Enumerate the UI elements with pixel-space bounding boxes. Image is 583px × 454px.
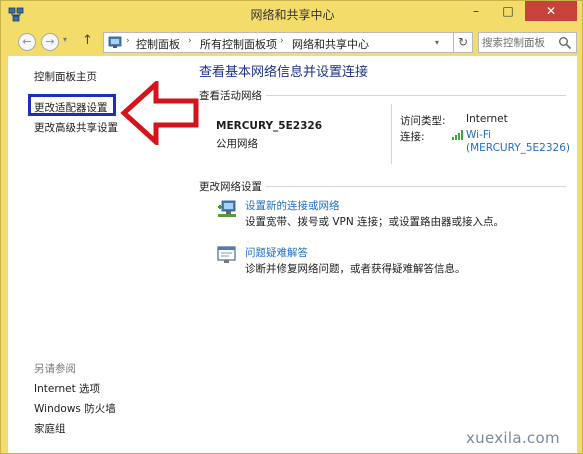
address-bar[interactable]: › 控制面板 › 所有控制面板项 › 网络和共享中心 ▾ <box>103 32 471 53</box>
internet-options-link[interactable]: Internet 选项 <box>34 381 100 396</box>
control-panel-home-link[interactable]: 控制面板主页 <box>34 69 97 84</box>
active-networks-heading: 查看活动网络 <box>199 90 262 102</box>
up-button[interactable]: ↑ <box>82 33 93 48</box>
wifi-connection-link[interactable]: Wi-Fi <box>466 129 491 141</box>
forward-button[interactable]: → <box>41 33 59 51</box>
main-pane: 查看基本网络信息并设置连接 查看活动网络 MERCURY_5E2326 公用网络… <box>186 56 577 453</box>
network-name: MERCURY_5E2326 <box>216 120 323 132</box>
divider <box>266 95 566 96</box>
access-type-value: Internet <box>466 113 508 125</box>
search-box[interactable] <box>478 32 577 53</box>
breadcrumb-control-panel[interactable]: 控制面板 <box>136 36 180 52</box>
breadcrumb-separator: › <box>188 36 192 46</box>
connection-label: 连接: <box>400 131 425 143</box>
search-icon[interactable] <box>558 36 572 50</box>
address-history-chevron-icon[interactable]: ▾ <box>435 38 439 47</box>
back-button[interactable]: ← <box>18 33 36 51</box>
window-frame: 网络和共享中心 – □ ✕ ← → ▾ ↑ › 控制面板 › 所有控制面板项 ›… <box>0 0 583 454</box>
troubleshoot-icon <box>217 246 236 263</box>
divider <box>266 186 566 187</box>
homegroup-link[interactable]: 家庭组 <box>34 421 66 436</box>
wifi-ssid-link[interactable]: (MERCURY_5E2326) <box>466 142 570 154</box>
navigation-bar: ← → ▾ ↑ › 控制面板 › 所有控制面板项 › 网络和共享中心 ▾ ↻ <box>8 28 577 56</box>
watermark: xuexila.com <box>466 429 560 447</box>
breadcrumb-all-items[interactable]: 所有控制面板项 <box>200 36 277 52</box>
recent-locations-chevron-icon[interactable]: ▾ <box>63 35 67 44</box>
wifi-signal-icon <box>452 130 463 140</box>
title-bar[interactable]: 网络和共享中心 – □ ✕ <box>1 1 583 28</box>
new-connection-icon <box>218 200 236 217</box>
change-advanced-sharing-link[interactable]: 更改高级共享设置 <box>34 120 118 135</box>
see-also-heading: 另请参阅 <box>34 363 76 375</box>
change-adapter-settings-link[interactable]: 更改适配器设置 <box>34 100 108 115</box>
change-settings-heading: 更改网络设置 <box>199 181 262 193</box>
troubleshoot-problems-description: 诊断并修复网络问题，或者获得疑难解答信息。 <box>245 263 466 275</box>
minimize-button[interactable]: – <box>461 1 491 21</box>
control-panel-icon <box>108 36 122 48</box>
setup-new-connection-description: 设置宽带、拨号或 VPN 连接；或设置路由器或接入点。 <box>245 216 505 228</box>
setup-new-connection-link[interactable]: 设置新的连接或网络 <box>245 198 340 213</box>
breadcrumb-network-center[interactable]: 网络和共享中心 <box>292 36 369 52</box>
search-input[interactable] <box>482 34 556 51</box>
troubleshoot-problems-link[interactable]: 问题疑难解答 <box>245 245 308 260</box>
divider <box>391 104 392 164</box>
breadcrumb-separator: › <box>280 36 284 46</box>
close-button[interactable]: ✕ <box>525 1 577 21</box>
network-type[interactable]: 公用网络 <box>216 136 258 151</box>
refresh-button[interactable]: ↻ <box>453 32 473 53</box>
breadcrumb-separator: › <box>126 36 130 46</box>
page-title: 查看基本网络信息并设置连接 <box>199 65 369 80</box>
windows-firewall-link[interactable]: Windows 防火墙 <box>34 401 116 416</box>
content-area: 控制面板主页 更改适配器设置 更改高级共享设置 另请参阅 Internet 选项… <box>8 56 577 453</box>
access-type-label: 访问类型: <box>400 115 446 127</box>
maximize-button[interactable]: □ <box>493 1 523 21</box>
